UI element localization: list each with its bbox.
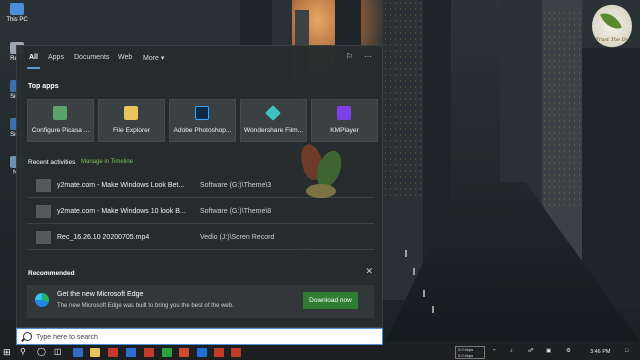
activity-name: Rec_16.26.10 20200705.mp4 [57, 234, 150, 241]
watermark-logo: Trust The Dy [592, 4, 632, 48]
taskbar-app-icon[interactable] [231, 348, 241, 357]
search-icon [23, 332, 32, 341]
clock-time[interactable]: 3:46 PM [590, 349, 610, 355]
tab-web[interactable]: Web [118, 54, 132, 61]
taskbar-app-icon[interactable] [73, 348, 83, 357]
taskbar-word-icon[interactable] [197, 348, 207, 357]
photoshop-icon [195, 106, 209, 120]
lane-marking [413, 268, 415, 275]
app-tile-label: Configure Picasa ... [31, 127, 90, 134]
close-icon[interactable]: ✕ [365, 266, 373, 277]
tab-documents[interactable]: Documents [74, 54, 109, 61]
recommended-heading: Recommended [28, 270, 75, 277]
recent-activities-heading: Recent activities [28, 159, 76, 166]
lane-marking [405, 250, 407, 257]
app-tile-photoshop[interactable]: Adobe Photoshop... [169, 99, 236, 142]
windows-start-icon[interactable]: ⊞ [3, 347, 11, 358]
watermark-text: Trust The Dy [595, 37, 629, 43]
folder-icon [124, 106, 138, 120]
task-view-icon[interactable]: ◫ [54, 347, 62, 356]
desktop-icon-this-pc[interactable]: This PC [4, 3, 30, 23]
tray-chevron-icon[interactable]: ⌃ [492, 349, 497, 355]
taskbar-app-icon[interactable] [108, 348, 118, 357]
tab-all[interactable]: All [27, 54, 40, 69]
taskbar-app-icon[interactable] [179, 348, 189, 357]
edge-card-title: Get the new Microsoft Edge [57, 291, 144, 298]
download-now-button[interactable]: Download now [303, 292, 358, 309]
network-icon[interactable]: ☍ [528, 348, 534, 354]
building [582, 48, 640, 308]
lane-marking [423, 290, 425, 297]
app-tile-label: Wondershare Film... [243, 127, 304, 134]
manage-timeline-link[interactable]: Manage in Timeline [81, 159, 133, 165]
taskbar-app-icon[interactable] [126, 348, 136, 357]
watermark-shape [306, 184, 336, 198]
file-thumbnail-icon [36, 179, 51, 192]
kmplayer-icon [337, 106, 351, 120]
lane-marking [432, 306, 434, 313]
leaf-icon [600, 8, 622, 34]
desktop-icon-label: This PC [6, 17, 28, 23]
recent-activity-item[interactable]: Rec_16.26.10 20200705.mp4 Vedio (J:)\Scr… [27, 226, 374, 250]
filmora-icon [265, 105, 281, 121]
edge-card-subtitle: The new Microsoft Edge was built to brin… [57, 303, 234, 309]
activity-name: y2mate.com - Make Windows Look Bet... [57, 182, 185, 189]
taskbar-search-box[interactable] [16, 328, 383, 345]
picasa-icon [53, 106, 67, 120]
taskbar-app-icon[interactable] [144, 348, 154, 357]
more-options-icon[interactable]: ··· [364, 52, 372, 61]
feedback-icon[interactable]: ⚐ [346, 52, 353, 61]
app-tile-picasa[interactable]: Configure Picasa ... [27, 99, 94, 142]
activity-location: Software (G:)\Theme\8 [200, 208, 272, 215]
search-input[interactable] [36, 331, 366, 343]
network-speed-meter: 0.0 kbps 0.0 kbps [455, 346, 485, 359]
chevron-down-icon: ▾ [160, 55, 165, 62]
app-tile-label: KMPlayer [330, 127, 359, 134]
net-download-speed: 0.0 kbps [458, 353, 474, 358]
volume-icon[interactable]: ♪ [510, 348, 513, 354]
computer-icon [10, 3, 24, 15]
taskbar: ⊞ ⚲ ◯ ◫ 0.0 kbps 0.0 kbps ⌃ ♪ ☍ ▣ ⚙ 3:46… [0, 345, 640, 360]
activity-location: Software (G:)\Theme\3 [200, 182, 272, 189]
taskbar-folder-icon[interactable] [90, 348, 100, 357]
tab-more-label: More [143, 55, 159, 62]
app-tile-label: Adobe Photoshop... [173, 127, 232, 134]
edge-icon [35, 293, 49, 307]
building-windows [542, 10, 582, 210]
taskbar-app-icon[interactable] [214, 348, 224, 357]
building-windows [383, 0, 423, 200]
app-tile-file-explorer[interactable]: File Explorer [98, 99, 165, 142]
edge-recommendation-card: Get the new Microsoft Edge The new Micro… [27, 285, 374, 318]
file-thumbnail-icon [36, 205, 51, 218]
tab-more[interactable]: More ▾ [143, 54, 164, 62]
activity-name: y2mate.com - Make Windows 10 look B... [57, 208, 186, 215]
app-tile-kmplayer[interactable]: KMPlayer [311, 99, 378, 142]
settings-icon[interactable]: ⚙ [566, 348, 571, 354]
battery-icon[interactable]: ▣ [546, 348, 551, 354]
tab-apps[interactable]: Apps [48, 54, 64, 61]
app-tile-filmora[interactable]: Wondershare Film... [240, 99, 307, 142]
top-apps-heading: Top apps [28, 83, 59, 90]
building [423, 0, 451, 240]
cortana-icon[interactable]: ◯ [37, 347, 46, 356]
app-tile-label: File Explorer [112, 127, 150, 134]
activity-location: Vedio (J:)\Scren Record [200, 234, 275, 241]
search-tabs: All Apps Documents Web More ▾ ⚐ ··· [17, 46, 382, 72]
taskbar-app-icon[interactable] [162, 348, 172, 357]
center-watermark-logo [288, 140, 350, 220]
file-thumbnail-icon [36, 231, 51, 244]
notifications-icon[interactable]: □ [625, 348, 628, 354]
search-icon[interactable]: ⚲ [20, 347, 26, 356]
